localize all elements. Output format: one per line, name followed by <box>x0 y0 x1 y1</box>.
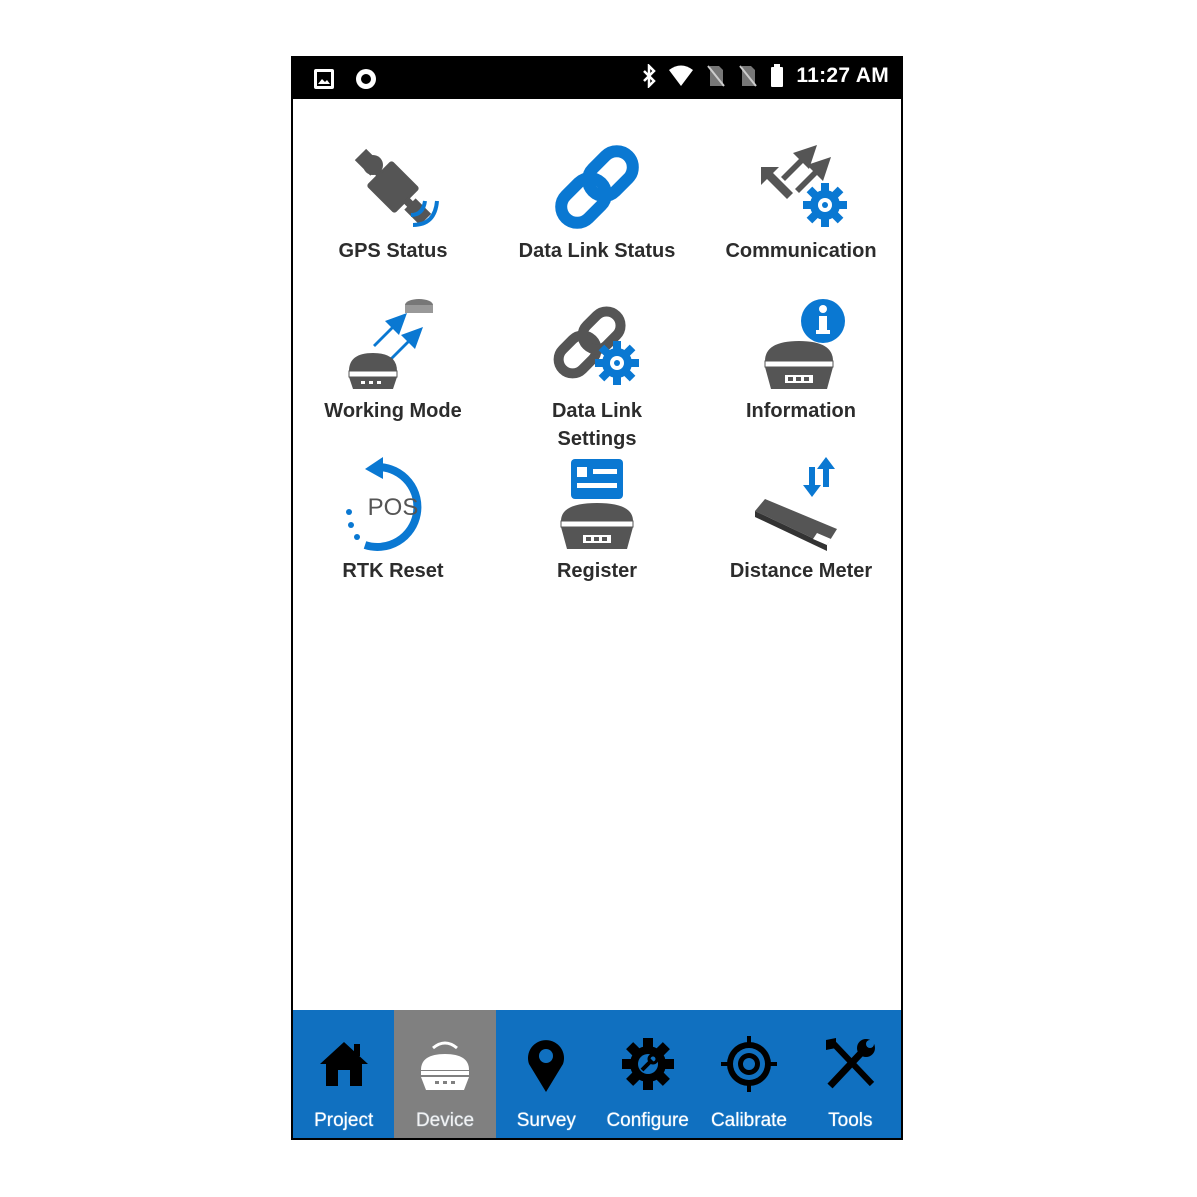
link-settings-icon <box>553 306 639 385</box>
distance-meter-icon <box>755 457 837 551</box>
nav-project[interactable]: Project <box>293 1010 394 1138</box>
tile-information[interactable]: Information <box>699 259 903 422</box>
svg-text:POS: POS <box>368 494 419 521</box>
tile-label: RTK Reset <box>342 560 444 582</box>
nav-tools[interactable]: Tools <box>800 1010 901 1138</box>
nav-label: Project <box>314 1110 374 1131</box>
gear-icon <box>621 1038 674 1090</box>
nav-configure[interactable]: Configure <box>597 1010 698 1138</box>
tile-rtk-reset[interactable]: POS RTK Reset <box>291 419 495 582</box>
tile-working-mode[interactable]: Working Mode <box>291 259 495 422</box>
receiver-icon <box>420 1041 469 1090</box>
nav-label: Calibrate <box>710 1110 787 1131</box>
no-sim-icon <box>707 65 726 87</box>
no-sim-icon-2 <box>739 65 758 87</box>
satellite-icon <box>354 148 439 227</box>
gallery-notification-icon <box>314 69 334 89</box>
tile-distance-meter[interactable]: Distance Meter <box>699 419 903 582</box>
tile-communication[interactable]: Communication <box>699 99 903 262</box>
link-icon <box>555 145 639 229</box>
device-screen: 11:27 AM GPS Status Data Link Status Com… <box>291 56 903 1140</box>
clock: 11:27 AM <box>796 64 889 87</box>
nav-survey[interactable]: Survey <box>496 1010 597 1138</box>
working-mode-icon <box>348 299 433 389</box>
tools-icon <box>826 1038 876 1089</box>
tile-label: Distance Meter <box>729 560 873 582</box>
tile-data-link-settings[interactable]: Data Link Settings <box>495 259 699 450</box>
tile-label: Register <box>556 560 638 582</box>
battery-icon <box>771 64 784 87</box>
status-bar: 11:27 AM <box>291 56 903 99</box>
wifi-icon <box>669 65 694 86</box>
target-icon <box>720 1036 777 1092</box>
nav-label: Survey <box>516 1110 576 1131</box>
bluetooth-icon <box>643 64 657 88</box>
communication-settings-icon <box>761 145 847 227</box>
map-pin-icon <box>528 1040 565 1092</box>
nav-device[interactable]: Device <box>394 1010 496 1138</box>
tile-gps-status[interactable]: GPS Status <box>291 99 495 262</box>
nav-label: Device <box>415 1110 475 1131</box>
sync-notification-icon <box>356 69 376 89</box>
home-icon <box>319 1042 368 1086</box>
info-icon <box>764 299 845 389</box>
nav-label: Configure <box>606 1110 689 1131</box>
pos-reset-icon: POS <box>346 457 422 551</box>
nav-label: Tools <box>828 1110 873 1131</box>
bottom-navigation: Project Device Survey Configure Calibrat… <box>293 1010 901 1138</box>
tile-data-link-status[interactable]: Data Link Status <box>495 99 699 262</box>
register-icon <box>560 459 634 549</box>
tile-register[interactable]: Register <box>495 419 699 582</box>
nav-calibrate[interactable]: Calibrate <box>698 1010 799 1138</box>
